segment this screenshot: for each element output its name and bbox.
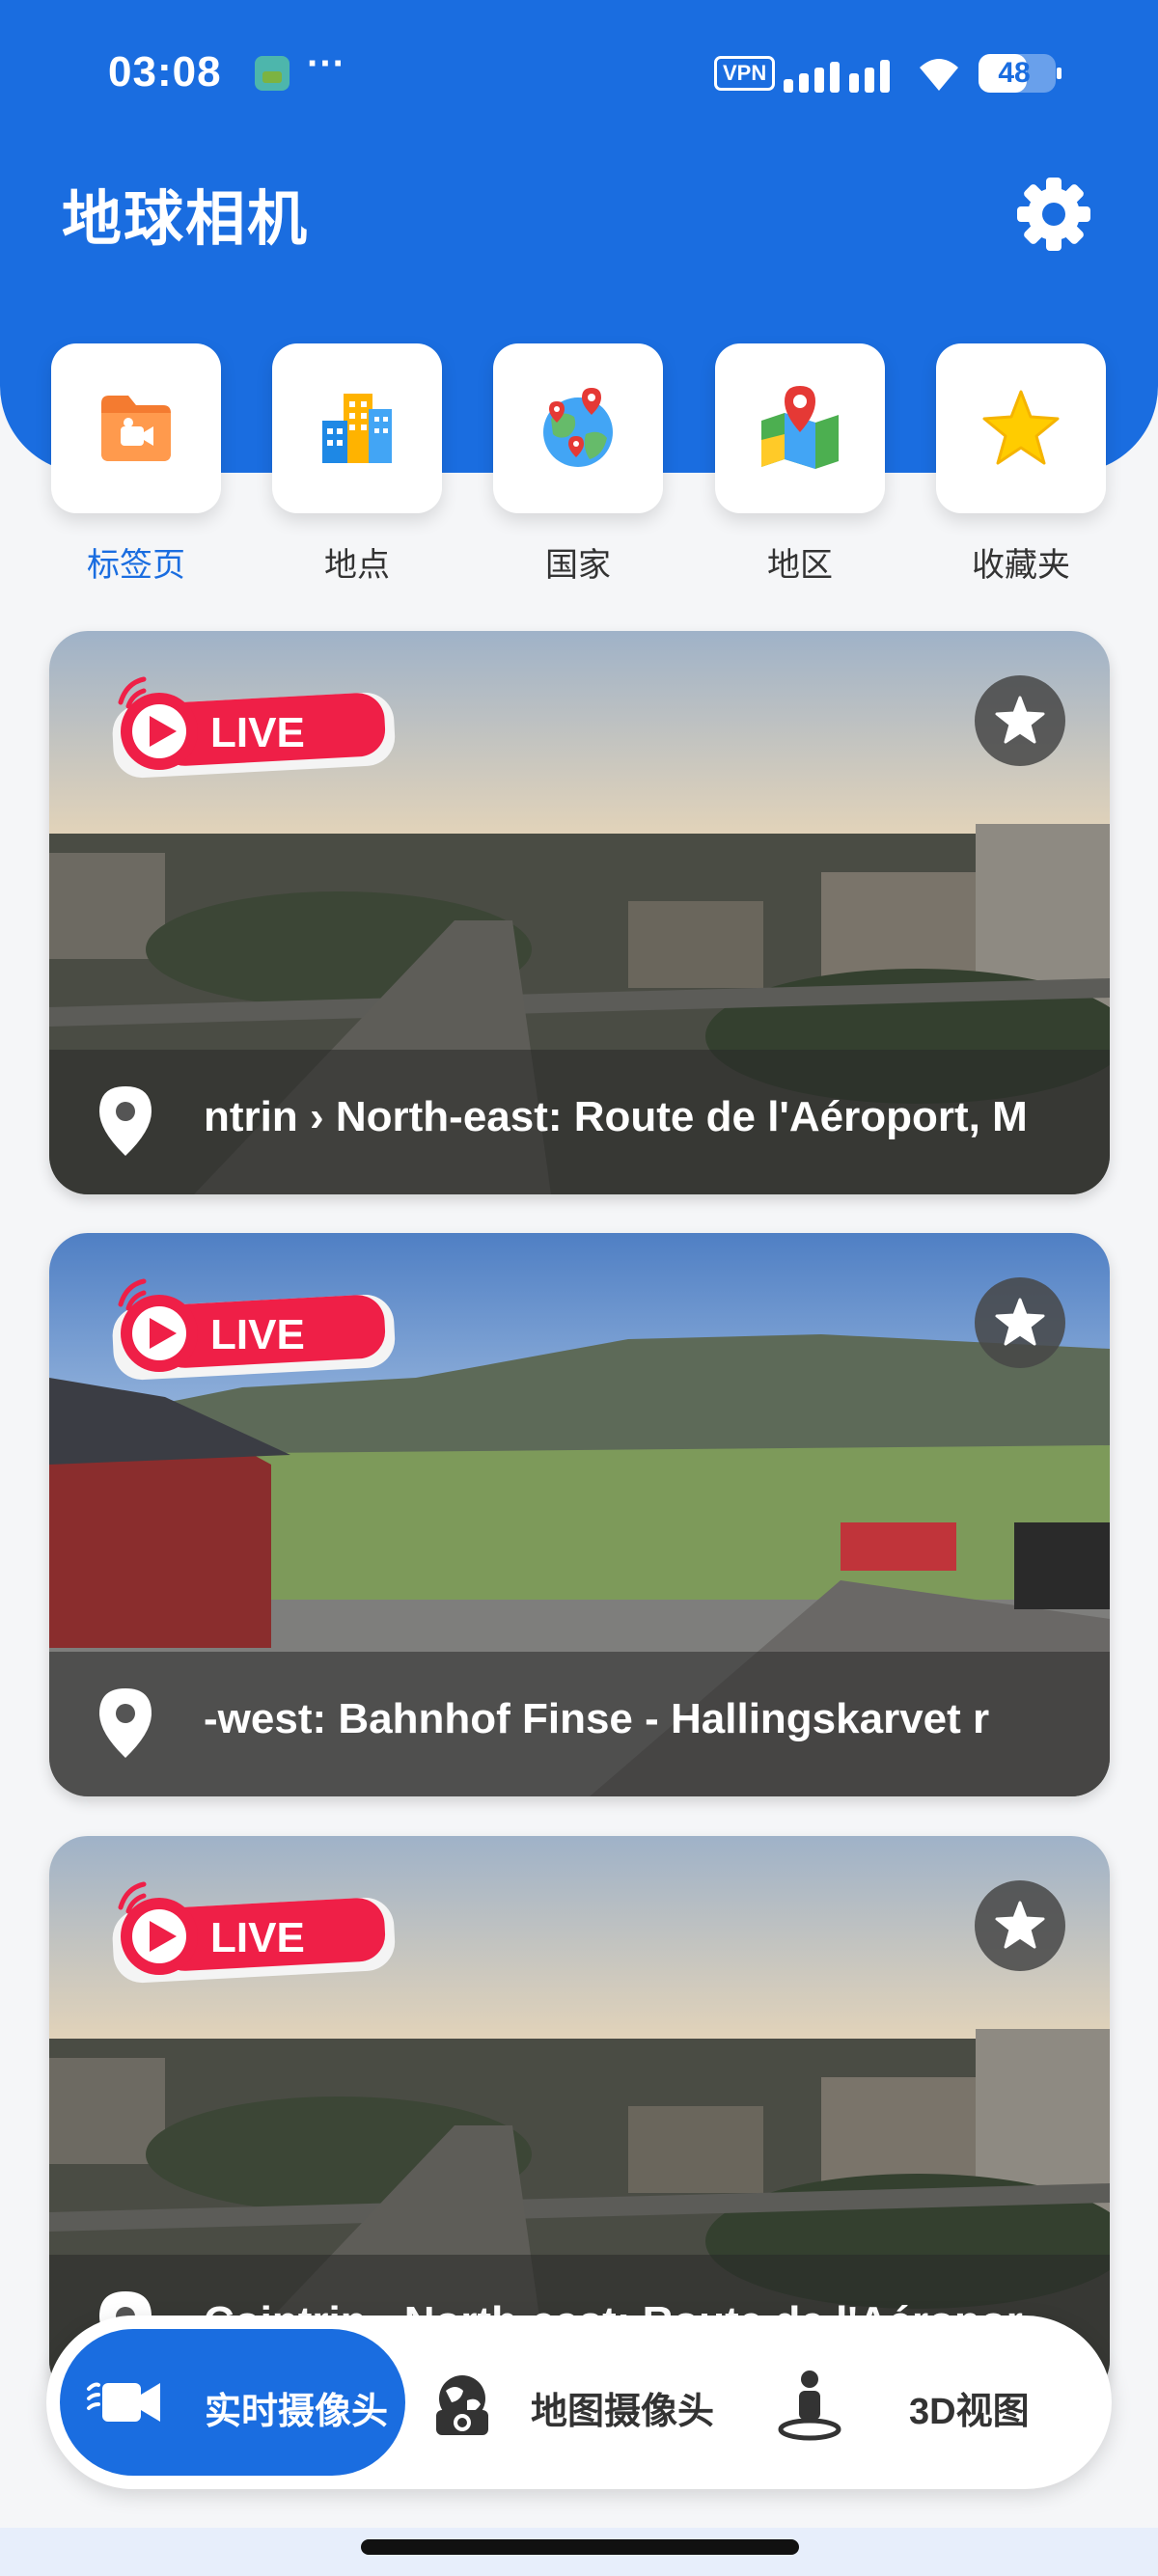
category-label-favorites: 收藏夹 [972,547,1070,584]
more-notifications-icon: ··· [307,42,345,85]
star-icon [995,1298,1045,1346]
category-favorites[interactable]: 收藏夹 [936,343,1106,586]
category-tile [936,343,1106,513]
category-label-tabs: 标签页 [87,547,185,584]
status-time: 03:08 [108,48,222,96]
live-label: LIVE [210,709,305,756]
gallery-notification-icon [255,56,290,91]
nav-map-cameras-label[interactable]: 地图摄像头 [531,2381,714,2434]
app-title: 地球相机 [62,186,310,253]
status-bar: 03:08 ··· VPN 48 [0,42,1158,104]
home-indicator[interactable] [361,2539,799,2555]
buildings-icon [322,394,392,463]
bottom-navigation: 实时摄像头 地图摄像头 3D视图 [46,2316,1112,2489]
camera-location-caption: ntrin › North-east: Route de l'Aéroport,… [204,1093,1028,1140]
star-icon [995,696,1045,744]
category-label-places: 地点 [324,547,390,584]
camera-card[interactable]: LIVE -west: Bahnhof Finse - Hallingskarv… [49,1233,1110,1796]
live-label: LIVE [210,1311,305,1358]
globe-pins-icon [543,388,613,467]
app-screen: 03:08 ··· VPN 48 地球相机 标签页 地点 国家 地区 收藏夹 L… [0,0,1158,2576]
street-view-icon[interactable] [776,2368,843,2441]
category-tile [51,343,221,513]
location-pin-icon [99,1688,152,1758]
nav-3d-view-label[interactable]: 3D视图 [909,2381,1030,2434]
category-label-regions: 地区 [767,547,833,584]
battery-indicator: 48 [979,54,1062,93]
star-icon [995,1901,1045,1949]
category-tile [493,343,663,513]
category-places[interactable]: 地点 [272,343,442,586]
favorite-button[interactable] [975,1880,1065,1971]
live-badge: LIVE [112,1881,396,1984]
wifi-icon [920,59,958,91]
live-badge: LIVE [112,676,396,779]
category-tile [272,343,442,513]
camera-card[interactable]: LIVE ntrin › North-east: Route de l'Aéro… [49,631,1110,1194]
favorite-button[interactable] [975,1277,1065,1368]
vpn-icon: VPN [714,56,776,91]
globe-camera-icon[interactable] [428,2371,496,2439]
category-regions[interactable]: 地区 [715,343,885,586]
category-countries[interactable]: 国家 [493,343,663,586]
star-icon [982,390,1060,465]
category-label-countries: 国家 [545,547,611,584]
favorite-button[interactable] [975,675,1065,766]
live-badge: LIVE [112,1278,396,1381]
settings-gear-icon[interactable] [1013,174,1094,255]
video-camera-icon [87,2382,160,2422]
map-pin-icon [761,386,839,469]
nav-live-cameras[interactable]: 实时摄像头 [60,2329,405,2476]
category-tabs[interactable]: 标签页 [51,343,221,586]
camera-location-caption: -west: Bahnhof Finse - Hallingskarvet r [204,1695,990,1742]
live-label: LIVE [210,1914,305,1961]
category-tile [715,343,885,513]
nav-live-cameras-label: 实时摄像头 [205,2392,389,2432]
signal-icon [784,54,899,93]
folder-camera-icon [101,396,171,461]
battery-level: 48 [998,57,1031,89]
location-pin-icon [99,1086,152,1156]
